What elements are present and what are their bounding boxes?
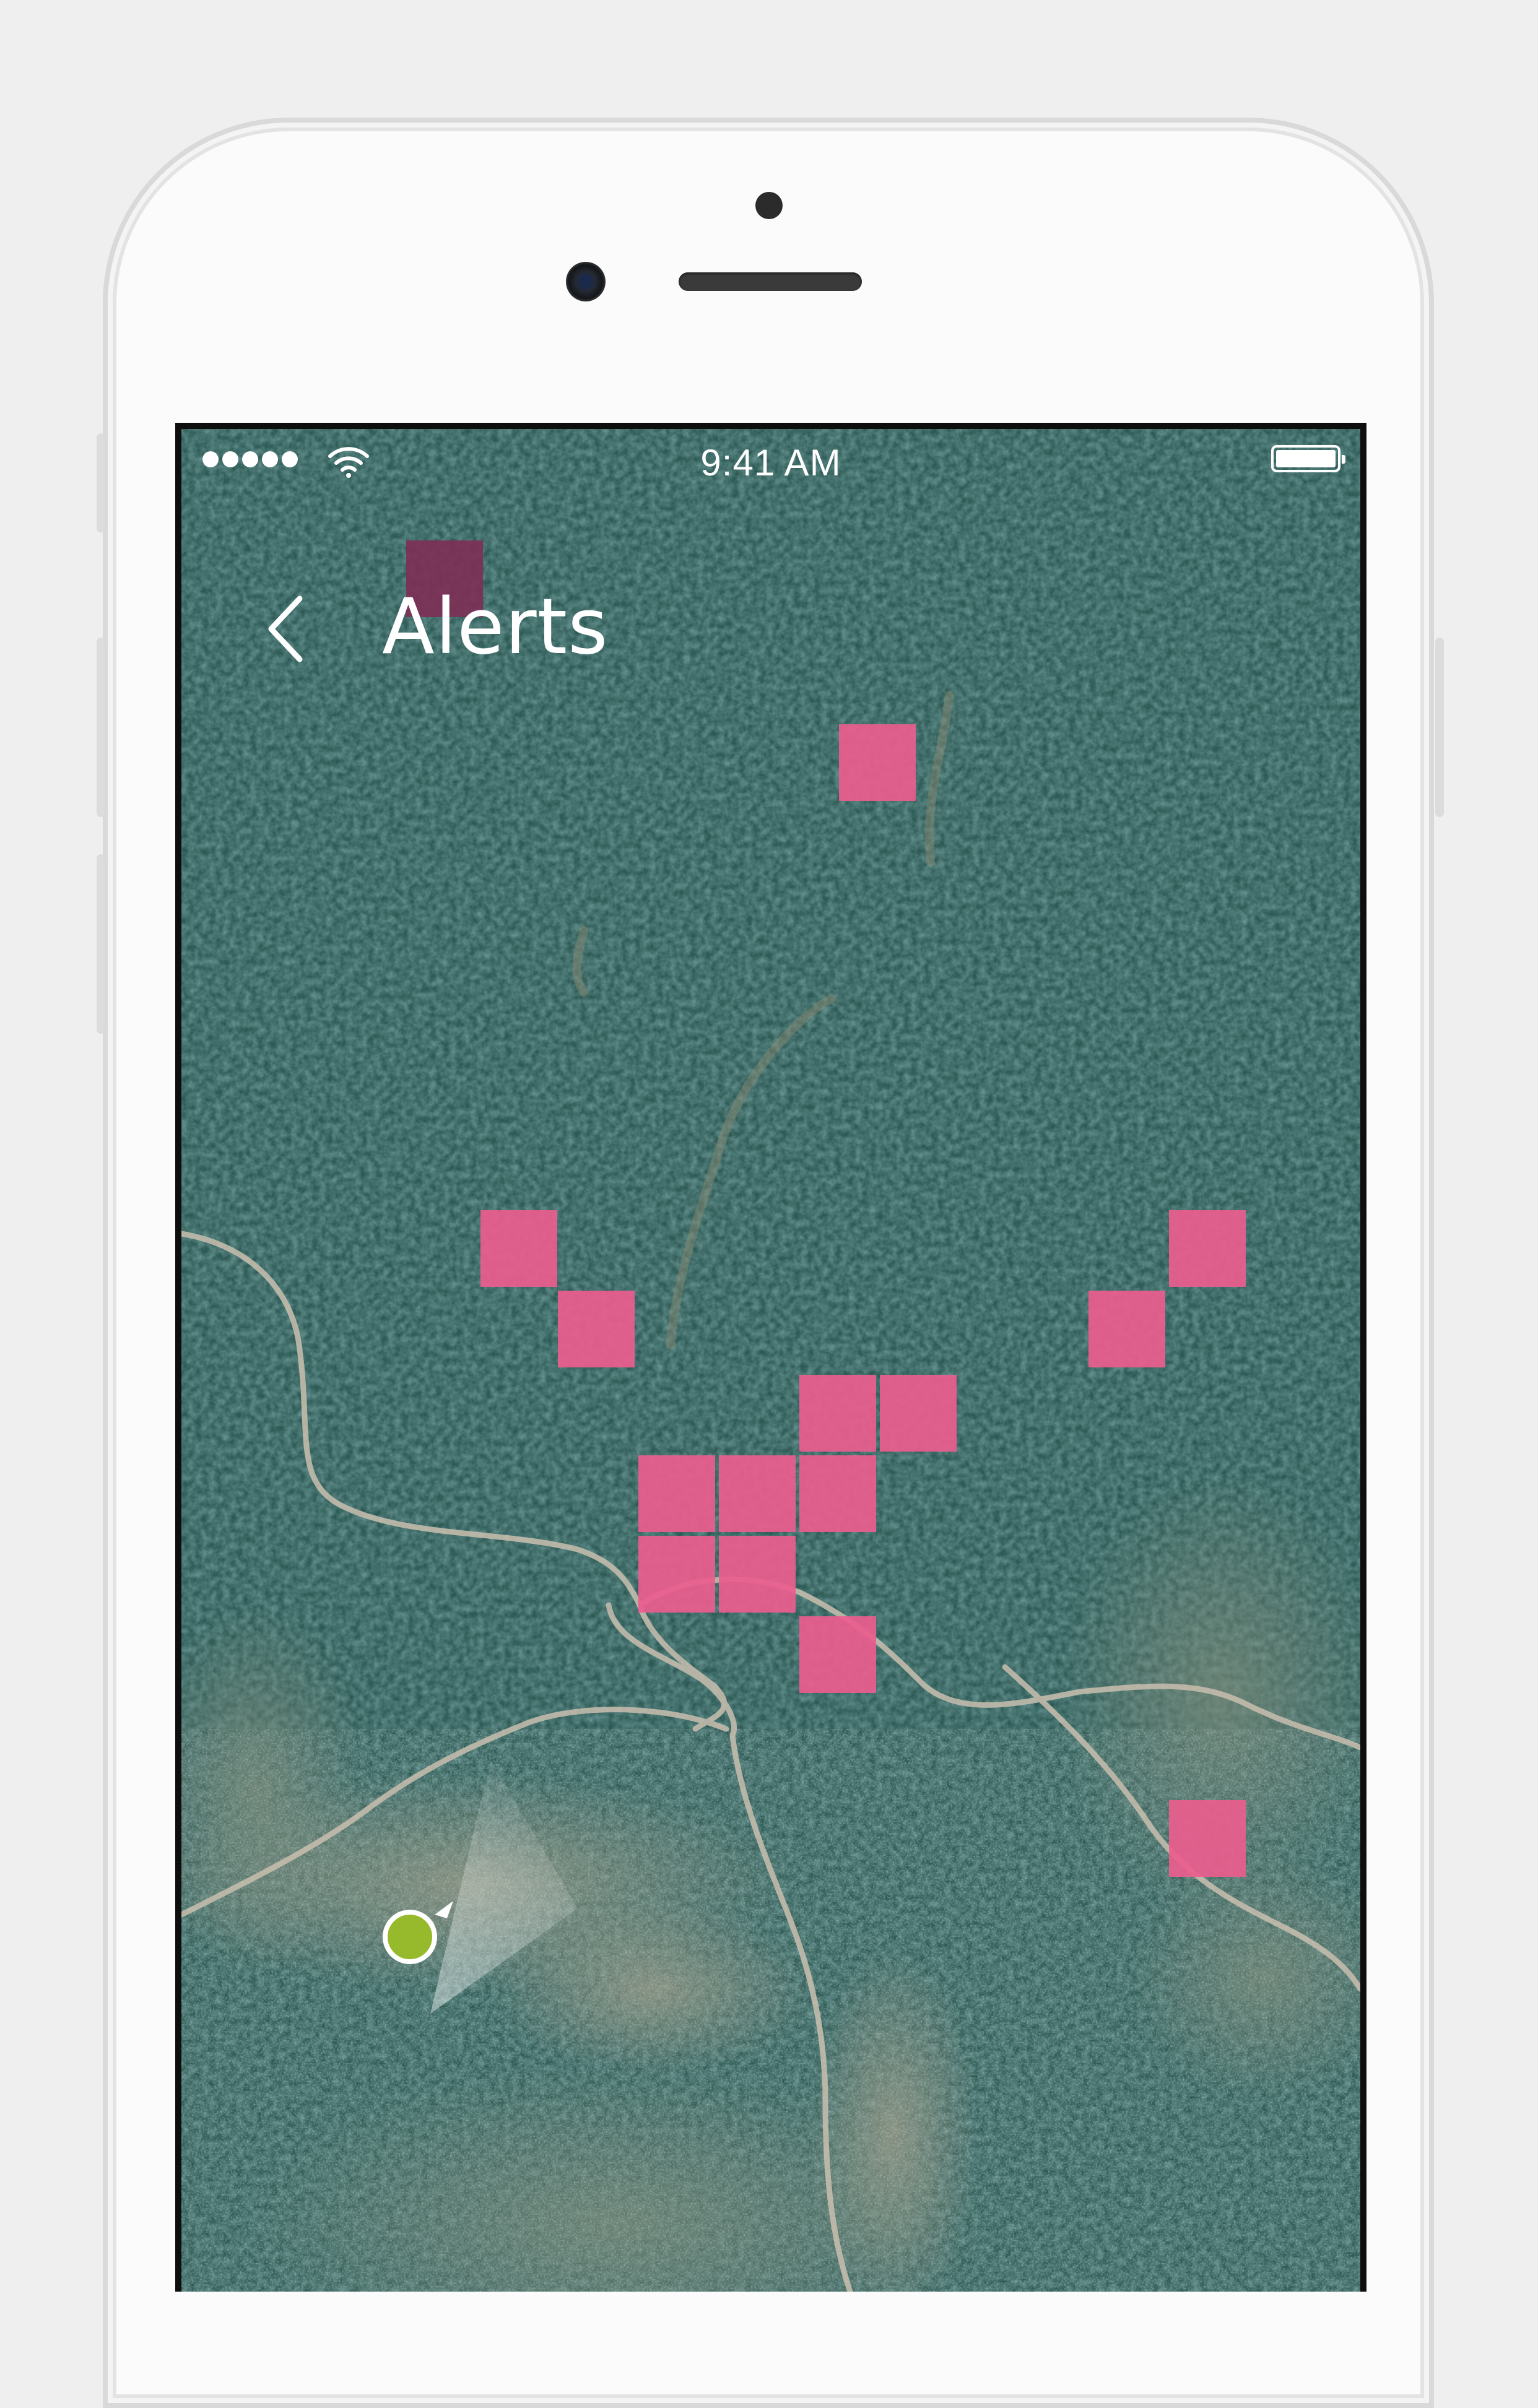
chevron-left-icon [268, 596, 303, 662]
volume-up-button [97, 638, 105, 817]
mute-switch [97, 433, 105, 532]
alert-cell[interactable] [880, 1375, 957, 1452]
alert-cell[interactable] [799, 1375, 876, 1452]
alert-cell[interactable] [1169, 1800, 1246, 1877]
satellite-map[interactable] [181, 429, 1360, 2292]
alert-cell[interactable] [719, 1455, 796, 1532]
earpiece-speaker [679, 272, 862, 291]
map-terrain [181, 429, 1360, 2292]
page-title: Alerts [382, 583, 609, 672]
alert-cell[interactable] [1088, 1291, 1165, 1367]
alert-cell[interactable] [799, 1616, 876, 1693]
battery-icon [1271, 445, 1345, 472]
alert-cell[interactable] [480, 1210, 557, 1287]
alert-cell[interactable] [638, 1455, 715, 1532]
power-button [1435, 638, 1444, 817]
alert-cell[interactable] [1169, 1210, 1246, 1287]
proximity-sensor [755, 192, 783, 219]
alert-cell[interactable] [638, 1536, 715, 1613]
status-bar: 9:41 AM [175, 423, 1366, 485]
heading-arrow-icon [435, 1901, 453, 1918]
alert-cell[interactable] [719, 1536, 796, 1613]
user-location-marker[interactable] [383, 1910, 437, 1964]
alert-cell[interactable] [799, 1455, 876, 1532]
back-button[interactable] [259, 590, 315, 670]
volume-down-button [97, 854, 105, 1034]
alert-cell[interactable] [558, 1291, 635, 1367]
front-camera-icon [566, 262, 606, 301]
status-time: 9:41 AM [700, 442, 841, 483]
phone-screen: 9:41 AM Alerts [175, 423, 1366, 2292]
alert-cell[interactable] [839, 724, 916, 801]
